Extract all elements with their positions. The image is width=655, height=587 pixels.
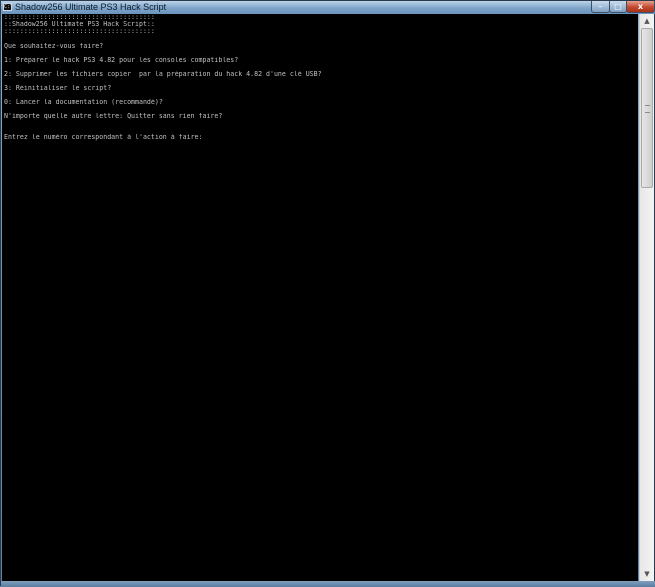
- other-key-option: N'importe quelle autre lettre: Quitter s…: [4, 113, 223, 120]
- maximize-button[interactable]: □: [609, 1, 627, 13]
- console-window: C:\ Shadow256 Ultimate PS3 Hack Script –…: [0, 0, 655, 587]
- window-bottom-border: [1, 581, 655, 587]
- minimize-icon: –: [598, 2, 603, 11]
- close-icon: x: [637, 2, 644, 11]
- option-3: 3: Réinitialiser le script?: [4, 85, 112, 93]
- scroll-down-arrow-icon[interactable]: ▼: [641, 568, 653, 580]
- banner-line: ::::::::::::::::::::::::::::::::::::::: [4, 14, 155, 21]
- scroll-up-arrow-icon[interactable]: ▲: [641, 15, 653, 27]
- prompt-question: Que souhaitez-vous faire?: [4, 42, 104, 50]
- console-output[interactable]: :::::::::::::::::::::::::::::::::::::: :…: [2, 14, 638, 581]
- option-0: 0: Lancer la documentation (recommandé)?: [4, 99, 163, 107]
- title-bar[interactable]: C:\ Shadow256 Ultimate PS3 Hack Script –…: [1, 1, 655, 14]
- maximize-icon: □: [614, 2, 622, 11]
- console-app-icon: C:\: [3, 3, 14, 11]
- vertical-scrollbar[interactable]: ▲ ▼: [639, 14, 654, 581]
- minimize-button[interactable]: –: [591, 1, 610, 13]
- scroll-thumb[interactable]: [641, 28, 653, 188]
- input-prompt[interactable]: Entrez le numéro correspondant à l'actio…: [4, 134, 638, 141]
- banner-line: ::::::::::::::::::::::::::::::::::::::: [4, 28, 155, 36]
- banner-title-line: ::Shadow256 Ultimate PS3 Hack Script::: [4, 21, 155, 29]
- option-1: 1: Préparer le hack PS3 4.82 pour les co…: [4, 56, 239, 64]
- option-2: 2: Supprimer les fichiers copier par la …: [4, 70, 322, 78]
- grip-icon: [645, 105, 650, 113]
- window-title: Shadow256 Ultimate PS3 Hack Script: [15, 2, 167, 12]
- close-button[interactable]: x: [626, 1, 655, 13]
